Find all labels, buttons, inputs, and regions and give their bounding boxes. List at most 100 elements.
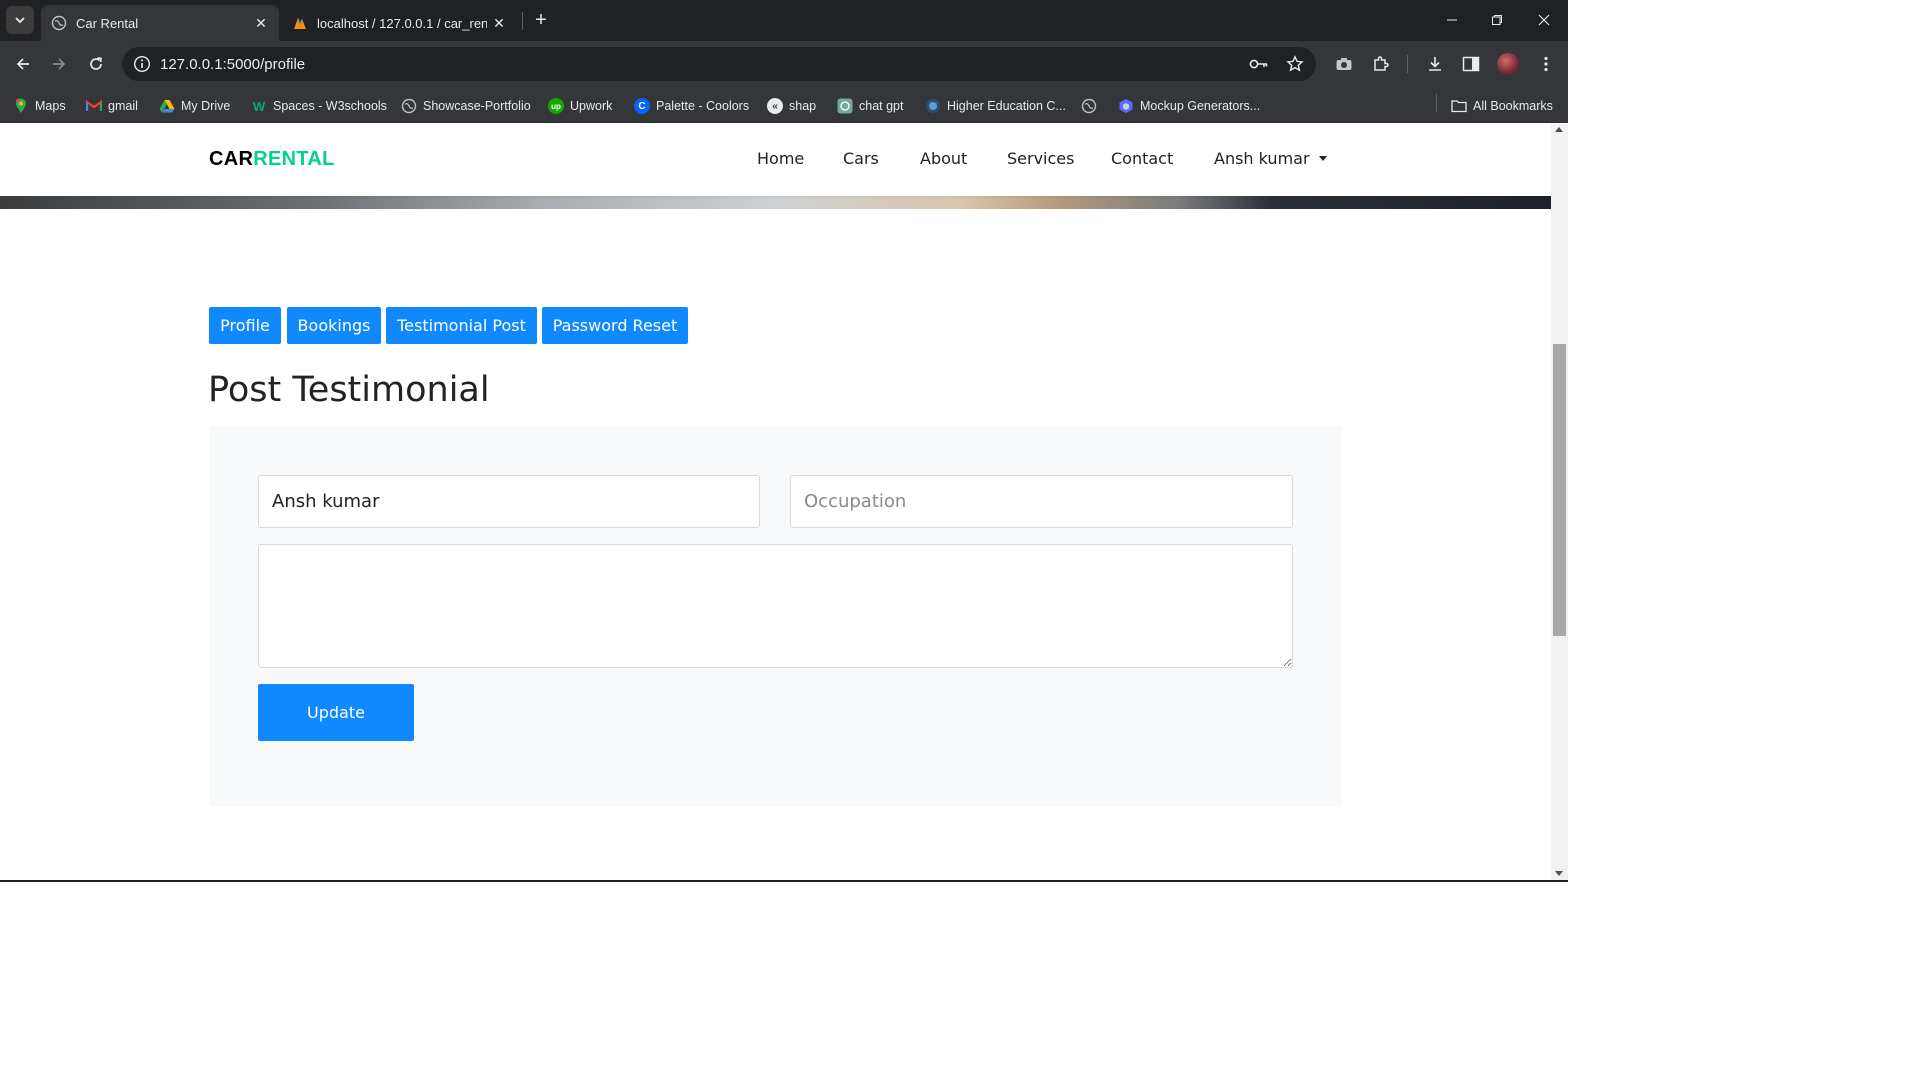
bookmark-maps[interactable]: Maps: [13, 94, 66, 118]
bookmark-label: shap: [789, 99, 817, 113]
bookmark-my-drive[interactable]: My Drive: [159, 94, 230, 118]
tab-profile[interactable]: Profile: [209, 307, 281, 344]
scrollbar-thumb[interactable]: [1553, 344, 1566, 636]
new-tab-button[interactable]: +: [529, 8, 553, 32]
tab-bookings[interactable]: Bookings: [287, 307, 381, 344]
phpmyadmin-icon: [292, 15, 308, 31]
name-input[interactable]: [258, 475, 760, 528]
tab-testimonial-post[interactable]: Testimonial Post: [386, 307, 537, 344]
forward-button[interactable]: [44, 49, 74, 79]
window-bottom-edge: [0, 880, 1568, 882]
nav-about[interactable]: About: [920, 149, 967, 168]
site-info-icon[interactable]: [132, 54, 152, 74]
all-bookmarks-label: All Bookmarks: [1473, 99, 1553, 113]
site-navbar: CARRENTAL Home Cars About Services Conta…: [0, 124, 1551, 196]
scroll-up-arrow-icon[interactable]: [1555, 127, 1563, 132]
folder-icon: [1451, 98, 1467, 114]
bookmark-label: Palette - Coolors: [656, 99, 750, 113]
bookmark-label: Maps: [35, 99, 66, 113]
occupation-input[interactable]: [790, 475, 1293, 528]
nav-services[interactable]: Services: [1007, 149, 1074, 168]
downloads-button[interactable]: [1420, 49, 1450, 79]
side-panel-icon: [1462, 56, 1480, 72]
browser-tab-phpmyadmin[interactable]: localhost / 127.0.0.1 / car_rental ✕: [282, 5, 520, 41]
browser-toolbar: 127.0.0.1:5000/profile: [0, 41, 1568, 88]
bookmark-showcase-portfolio[interactable]: Showcase-Portfolio: [401, 94, 531, 118]
bookmark-chat-gpt[interactable]: chat gpt: [837, 94, 903, 118]
tab-title: Car Rental: [76, 15, 139, 31]
more-vertical-icon: [1544, 56, 1548, 72]
minimize-button[interactable]: [1429, 0, 1475, 40]
bookmarks-separator: [1436, 94, 1437, 112]
bookmark-label: My Drive: [181, 99, 231, 113]
tab-title: localhost / 127.0.0.1 / car_rental: [317, 15, 487, 31]
tab-password-reset[interactable]: Password Reset: [542, 307, 688, 344]
education-icon: [925, 98, 941, 114]
close-icon: [1538, 14, 1550, 26]
tab-separator: [522, 12, 523, 30]
address-bar[interactable]: 127.0.0.1:5000/profile: [122, 47, 1316, 81]
all-bookmarks-button[interactable]: All Bookmarks: [1451, 94, 1553, 118]
browser-tab-strip: Car Rental ✕ localhost / 127.0.0.1 / car…: [0, 0, 1568, 41]
maps-icon: [13, 98, 29, 114]
nav-cars[interactable]: Cars: [843, 149, 879, 168]
globe-icon: [51, 15, 67, 31]
close-window-button[interactable]: [1521, 0, 1567, 40]
url-text[interactable]: 127.0.0.1:5000/profile: [160, 56, 1244, 73]
globe-icon: [401, 98, 417, 114]
browser-tab-car-rental[interactable]: Car Rental ✕: [41, 5, 279, 41]
chatgpt-icon: [837, 98, 853, 114]
logo-text-car: CAR: [209, 148, 254, 170]
chevron-down-icon: [15, 17, 25, 24]
w3schools-icon: W: [252, 98, 266, 114]
page-scrollbar[interactable]: [1551, 124, 1568, 880]
camera-icon: [1336, 58, 1352, 70]
bookmark-shap[interactable]: « shap: [767, 94, 816, 118]
browser-menu-button[interactable]: [1531, 49, 1561, 79]
bookmark-w3schools[interactable]: W Spaces - W3schools: [251, 94, 387, 118]
update-button[interactable]: Update: [258, 684, 414, 741]
user-menu-dropdown[interactable]: Ansh kumar: [1214, 149, 1327, 168]
coolors-icon: C: [634, 98, 650, 114]
toolbar-separator: [1407, 55, 1408, 73]
bookmark-label: Upwork: [570, 99, 613, 113]
restore-icon: [1492, 15, 1502, 25]
close-tab-icon[interactable]: ✕: [487, 11, 511, 35]
logo-text-rental: RENTAL: [253, 148, 335, 170]
back-button[interactable]: [8, 49, 38, 79]
testimonial-message-textarea[interactable]: [258, 544, 1293, 668]
bookmark-mockup-generators[interactable]: Mockup Generators...: [1118, 94, 1260, 118]
bookmark-upwork[interactable]: up Upwork: [548, 94, 612, 118]
password-key-icon[interactable]: [1244, 49, 1274, 79]
extensions-button[interactable]: [1366, 49, 1396, 79]
bookmark-untitled[interactable]: [1081, 94, 1103, 118]
bookmark-coolors[interactable]: C Palette - Coolors: [634, 94, 749, 118]
bookmark-star-icon[interactable]: [1280, 49, 1310, 79]
bookmark-gmail[interactable]: gmail: [86, 94, 138, 118]
minimize-icon: [1447, 19, 1457, 21]
arrow-left-icon: [16, 58, 29, 70]
bookmark-higher-education[interactable]: Higher Education C...: [925, 94, 1066, 118]
avatar: [1497, 53, 1519, 75]
close-tab-icon[interactable]: ✕: [249, 11, 273, 35]
scroll-down-arrow-icon[interactable]: [1555, 871, 1563, 876]
reload-button[interactable]: [81, 49, 111, 79]
nav-contact[interactable]: Contact: [1111, 149, 1173, 168]
nav-home[interactable]: Home: [757, 149, 804, 168]
arrow-right-icon: [53, 58, 66, 70]
drive-icon: [159, 98, 175, 114]
bookmark-label: gmail: [108, 99, 138, 113]
gmail-icon: [86, 98, 102, 114]
profile-avatar-button[interactable]: [1493, 49, 1523, 79]
bookmark-label: Showcase-Portfolio: [423, 99, 531, 113]
side-panel-button[interactable]: [1456, 49, 1486, 79]
page-title: Post Testimonial: [208, 370, 490, 410]
upwork-icon: up: [548, 98, 564, 114]
restore-button[interactable]: [1474, 0, 1520, 40]
screenshot-extension-button[interactable]: [1329, 49, 1359, 79]
bookmark-label: Higher Education C...: [947, 99, 1066, 113]
site-logo[interactable]: CARRENTAL: [209, 148, 335, 171]
puzzle-icon: [1374, 56, 1389, 71]
tab-search-button[interactable]: [6, 6, 34, 34]
testimonial-form: Update: [209, 426, 1342, 807]
